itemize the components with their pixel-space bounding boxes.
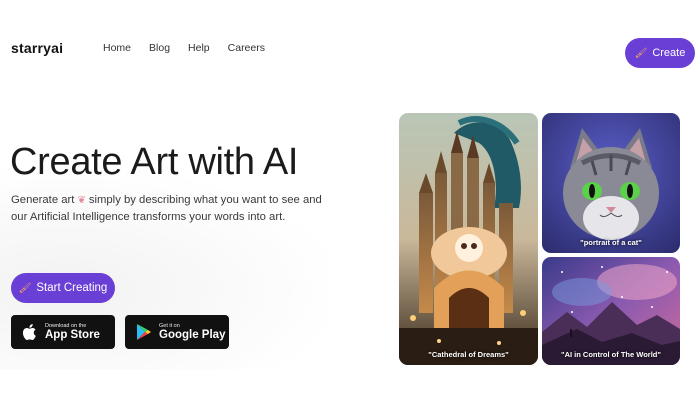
brush-icon: 🖌: [18, 282, 32, 294]
create-button[interactable]: 🖌 Create: [625, 38, 695, 68]
google-play-label: Google Play: [159, 328, 226, 341]
cathedral-artwork: [399, 113, 538, 365]
logo[interactable]: starryai: [11, 40, 63, 56]
hero-subtitle: Generate art ❦ simply by describing what y…: [11, 192, 336, 226]
google-play-button[interactable]: Get it on Google Play: [125, 315, 229, 349]
apple-icon: [21, 322, 39, 342]
create-button-label: Create: [652, 47, 686, 59]
start-creating-button[interactable]: 🖌 Start Creating: [11, 273, 115, 303]
caption-cat: "portrait of a cat": [580, 238, 642, 247]
start-creating-label: Start Creating: [36, 282, 108, 294]
brush-icon: 🖌: [634, 47, 648, 59]
nav-blog[interactable]: Blog: [149, 42, 170, 54]
subtitle-part1: Generate art: [11, 194, 75, 206]
caption-world: "AI in Control of The World": [561, 350, 661, 359]
gallery-card-cathedral[interactable]: "Cathedral of Dreams": [399, 113, 538, 365]
gallery-card-world[interactable]: "AI in Control of The World": [542, 257, 680, 365]
brain-icon: ❦: [77, 195, 86, 206]
nav-home[interactable]: Home: [103, 42, 131, 54]
nav-help[interactable]: Help: [188, 42, 210, 54]
app-store-button[interactable]: Download on the App Store: [11, 315, 115, 349]
cat-artwork: [542, 113, 680, 253]
google-play-icon: [135, 322, 153, 342]
world-artwork: [542, 257, 680, 365]
app-store-label: App Store: [45, 328, 100, 341]
nav-careers[interactable]: Careers: [228, 42, 265, 54]
main-nav: Home Blog Help Careers: [103, 42, 283, 54]
gallery-card-cat[interactable]: "portrait of a cat": [542, 113, 680, 253]
caption-cathedral: "Cathedral of Dreams": [428, 350, 509, 359]
page-title: Create Art with AI: [10, 141, 299, 183]
